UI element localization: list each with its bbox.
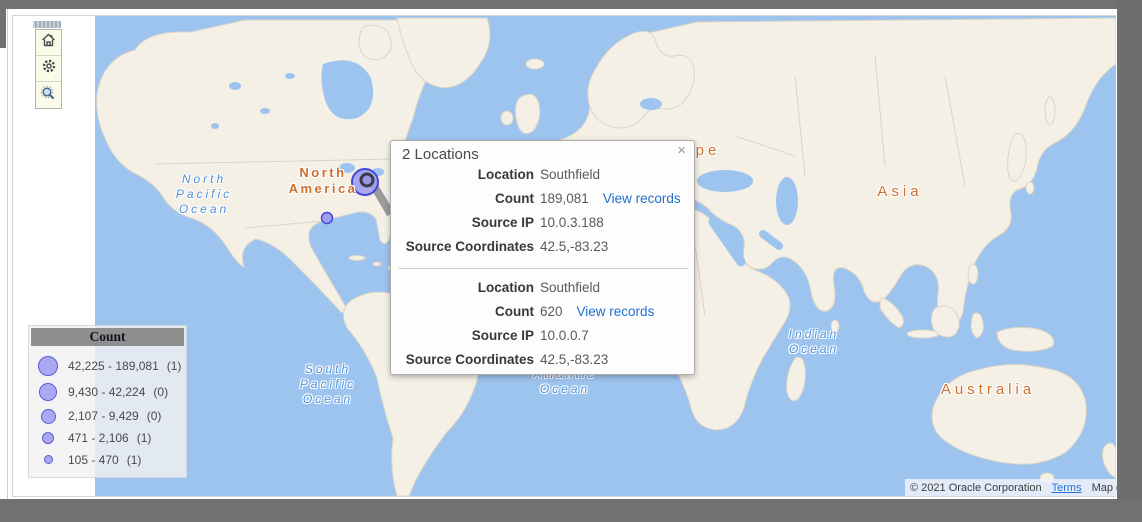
landmass-australia	[931, 363, 1087, 465]
close-icon[interactable]: ×	[677, 143, 686, 159]
field-label: Source Coordinates	[405, 352, 534, 367]
toolbar-drag-handle[interactable]	[33, 21, 61, 28]
legend-item-label: 105 - 470 (1)	[68, 452, 142, 467]
legend-item: 2,107 - 9,429 (0)	[35, 408, 186, 424]
home-button[interactable]	[36, 30, 61, 56]
legend-item-label: 9,430 - 42,224 (0)	[68, 385, 169, 399]
copyright-text: © 2021 Oracle Corporation	[910, 481, 1042, 494]
field-value: 189,081	[540, 191, 589, 206]
location-info-popup: 2 Locations × Location Southfield Count …	[390, 140, 695, 375]
magnifier-icon	[40, 85, 57, 106]
field-label: Location	[477, 167, 534, 182]
map-attribution: © 2021 Oracle Corporation Terms Map data	[905, 479, 1117, 496]
legend-bubble-icon	[40, 408, 56, 424]
legend-item: 471 - 2,106 (1)	[35, 431, 186, 445]
marker-small-point[interactable]	[320, 211, 334, 225]
field-label: Source IP	[471, 328, 534, 343]
popup-title: 2 Locations	[402, 146, 479, 163]
window-frame-bottom	[0, 499, 1142, 522]
field-label: Source Coordinates	[405, 239, 534, 254]
terms-link[interactable]: Terms	[1052, 482, 1082, 494]
gear-icon	[41, 58, 57, 79]
popup-divider	[399, 268, 688, 269]
legend-item-label: 42,225 - 189,081 (1)	[68, 358, 182, 373]
home-icon	[40, 32, 57, 53]
record-row: Count 189,081 View records	[391, 191, 694, 206]
record-row: Source IP 10.0.0.7	[391, 328, 694, 343]
app-window: NorthPacificOcean SouthPacificOcean Atla…	[0, 0, 1142, 522]
field-label: Count	[495, 304, 534, 319]
legend-panel[interactable]: Count 42,225 - 189,081 (1) 9,430 - 42,224…	[28, 325, 187, 478]
legend-item: 105 - 470 (1)	[35, 453, 186, 467]
legend-bubble-icon	[39, 383, 57, 401]
map-data-text: Map data	[1091, 481, 1117, 494]
zoom-to-fit-button[interactable]	[36, 82, 61, 108]
field-value: 620	[540, 304, 563, 319]
legend-bubble-icon	[43, 455, 53, 464]
view-records-link[interactable]: View records	[577, 304, 655, 319]
landmass-north-america	[96, 19, 430, 315]
record-row: Source Coordinates 42.5,-83.23	[391, 352, 694, 367]
record-row: Source Coordinates 42.5,-83.23	[391, 239, 694, 254]
window-frame-corner	[0, 0, 6, 48]
field-label: Source IP	[471, 215, 534, 230]
legend-bubble-icon	[38, 355, 58, 376]
field-value: 42.5,-83.23	[540, 352, 609, 367]
marker-cluster-selected[interactable]	[359, 172, 375, 188]
black-sea	[697, 170, 753, 192]
window-frame-top	[0, 0, 1118, 9]
record-row: Source IP 10.0.3.188	[391, 215, 694, 230]
legend-item: 9,430 - 42,224 (0)	[35, 383, 186, 401]
legend-item-label: 2,107 - 9,429 (0)	[68, 409, 162, 423]
record-row: Location Southfield	[391, 167, 694, 182]
field-value: 10.0.3.188	[540, 215, 604, 230]
content-left-border	[7, 9, 8, 499]
view-records-link[interactable]: View records	[603, 191, 681, 206]
record-row: Location Southfield	[391, 280, 694, 295]
legend-title: Count	[31, 328, 184, 346]
field-value: Southfield	[540, 280, 601, 295]
legend-item: 42,225 - 189,081 (1)	[35, 355, 186, 376]
settings-button[interactable]	[36, 56, 61, 82]
field-value: 10.0.0.7	[540, 328, 589, 343]
window-frame-right	[1117, 0, 1142, 522]
record-row: Count 620 View records	[391, 304, 694, 319]
field-label: Count	[495, 191, 534, 206]
field-value: 42.5,-83.23	[540, 239, 609, 254]
field-label: Location	[477, 280, 534, 295]
field-value: Southfield	[540, 167, 601, 182]
legend-items: 42,225 - 189,081 (1) 9,430 - 42,224 (0) 2,…	[29, 348, 186, 474]
map-toolbar	[35, 29, 62, 109]
legend-item-label: 471 - 2,106 (1)	[68, 431, 152, 445]
caspian-sea	[776, 177, 798, 225]
legend-bubble-icon	[42, 432, 54, 444]
